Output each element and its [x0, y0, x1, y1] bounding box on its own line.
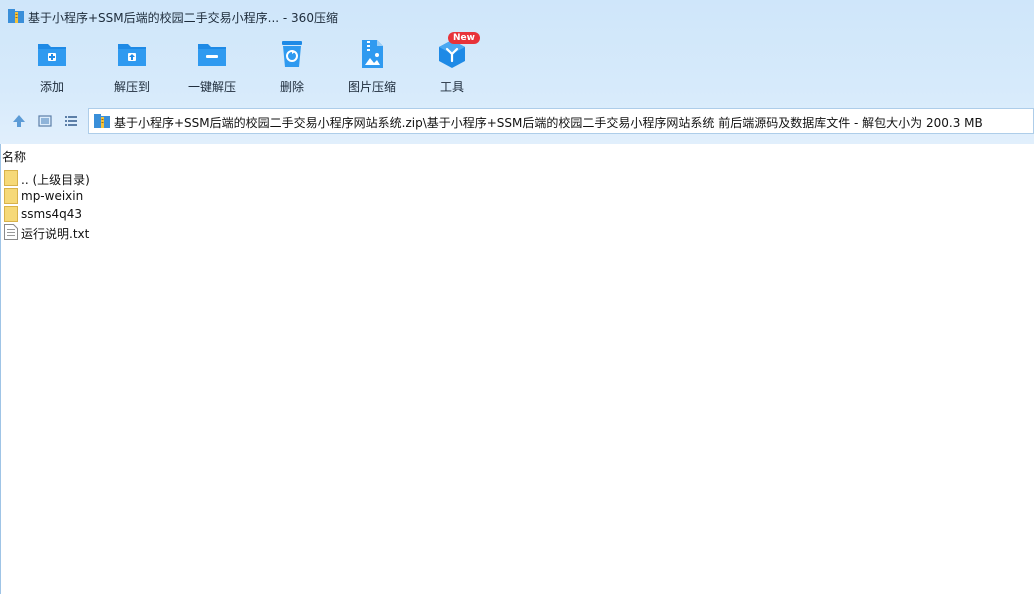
- text-file-icon: [4, 224, 18, 240]
- list-item-readme-txt[interactable]: 运行说明.txt: [3, 223, 303, 241]
- one-click-extract-icon: [198, 44, 226, 66]
- thumbnail-view-icon[interactable]: [37, 113, 53, 129]
- image-compress-icon: [362, 40, 383, 68]
- folder-icon: [4, 188, 18, 204]
- column-header-name[interactable]: 名称: [2, 148, 26, 165]
- image-compress-label: 图片压缩: [347, 80, 396, 94]
- extract-to-label: 解压到: [113, 80, 150, 94]
- list-item-name: 运行说明.txt: [21, 227, 90, 241]
- address-path: 基于小程序+SSM后端的校园二手交易小程序网站系统.zip\基于小程序+SSM后…: [114, 116, 983, 130]
- new-badge: New: [448, 32, 480, 44]
- window-title: 基于小程序+SSM后端的校园二手交易小程序... - 360压缩: [28, 11, 338, 25]
- delete-label: 删除: [279, 80, 304, 94]
- tools-button[interactable]: New 工具: [414, 32, 490, 96]
- title-bar: 基于小程序+SSM后端的校园二手交易小程序... - 360压缩: [0, 0, 1034, 34]
- one-click-extract-label: 一键解压: [187, 80, 236, 94]
- extract-to-button[interactable]: 解压到: [94, 38, 170, 96]
- image-compress-button[interactable]: 图片压缩: [334, 38, 410, 96]
- up-arrow-icon[interactable]: [11, 113, 27, 129]
- add-button[interactable]: 添加: [14, 38, 90, 96]
- list-item-name: ssms4q43: [21, 207, 82, 221]
- archive-app-icon: [8, 9, 24, 23]
- extract-to-icon: [118, 44, 146, 66]
- one-click-extract-button[interactable]: 一键解压: [174, 38, 250, 96]
- list-view-icon[interactable]: [63, 113, 79, 129]
- list-left-border: [0, 144, 1, 594]
- list-item-ssms4q43[interactable]: ssms4q43: [3, 205, 303, 223]
- list-item-parent-directory[interactable]: .. (上级目录): [3, 169, 303, 187]
- folder-icon: [4, 206, 18, 222]
- add-folder-icon: [38, 44, 66, 66]
- archive-icon: [94, 114, 110, 128]
- delete-button[interactable]: 删除: [254, 38, 330, 96]
- add-button-label: 添加: [39, 80, 64, 94]
- folder-icon: [4, 170, 18, 186]
- address-bar[interactable]: 基于小程序+SSM后端的校园二手交易小程序网站系统.zip\基于小程序+SSM后…: [88, 108, 1034, 134]
- tools-label: 工具: [439, 80, 464, 94]
- list-item-mp-weixin[interactable]: mp-weixin: [3, 187, 303, 205]
- list-item-name: .. (上级目录): [21, 173, 90, 187]
- recycle-bin-icon: [282, 41, 302, 67]
- list-item-name: mp-weixin: [21, 189, 84, 203]
- top-panel: 基于小程序+SSM后端的校园二手交易小程序... - 360压缩 添加 解压到 …: [0, 0, 1034, 145]
- file-list: 名称 .. (上级目录) mp-weixin ssms4q43 运行说明.txt: [0, 144, 1034, 594]
